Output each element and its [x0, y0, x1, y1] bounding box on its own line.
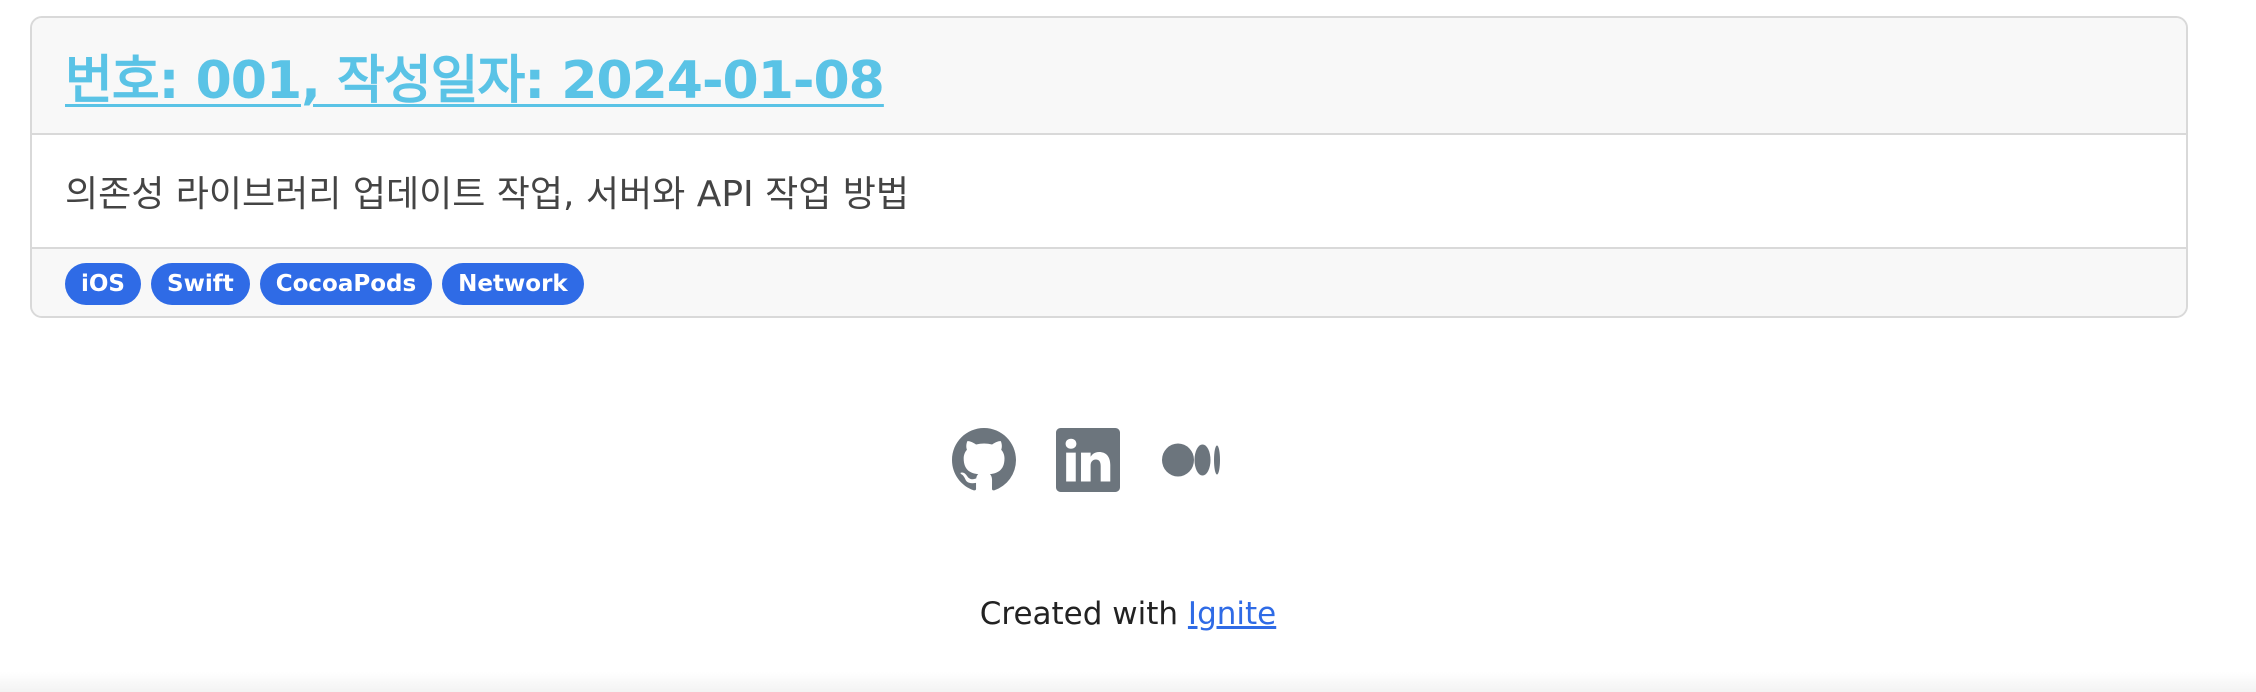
- medium-icon: [1162, 443, 1220, 477]
- ignite-link[interactable]: Ignite: [1188, 596, 1276, 632]
- tag-swift[interactable]: Swift: [151, 262, 250, 305]
- post-card-header: 번호: 001, 작성일자: 2024-01-08: [32, 18, 2186, 135]
- tag-network[interactable]: Network: [442, 262, 584, 305]
- post-description: 의존성 라이브러리 업데이트 작업, 서버와 API 작업 방법: [65, 174, 910, 215]
- post-title-link[interactable]: 번호: 001, 작성일자: 2024-01-08: [65, 38, 885, 113]
- bottom-divider: [0, 672, 2256, 692]
- medium-link[interactable]: [1160, 428, 1224, 492]
- github-link[interactable]: [952, 428, 1016, 492]
- linkedin-link[interactable]: [1056, 428, 1120, 492]
- social-links: [952, 428, 1224, 492]
- footer-prefix: Created with: [979, 596, 1188, 632]
- site-footer: Created with Ignite: [0, 596, 2256, 632]
- post-card: 번호: 001, 작성일자: 2024-01-08 의존성 라이브러리 업데이트…: [30, 16, 2188, 318]
- linkedin-icon: [1056, 428, 1120, 492]
- post-tags: iOS Swift CocoaPods Network: [32, 249, 2186, 316]
- post-card-body: 의존성 라이브러리 업데이트 작업, 서버와 API 작업 방법: [32, 135, 2186, 249]
- tag-ios[interactable]: iOS: [65, 262, 142, 305]
- tag-cocoapods[interactable]: CocoaPods: [259, 262, 433, 305]
- github-icon: [952, 428, 1016, 491]
